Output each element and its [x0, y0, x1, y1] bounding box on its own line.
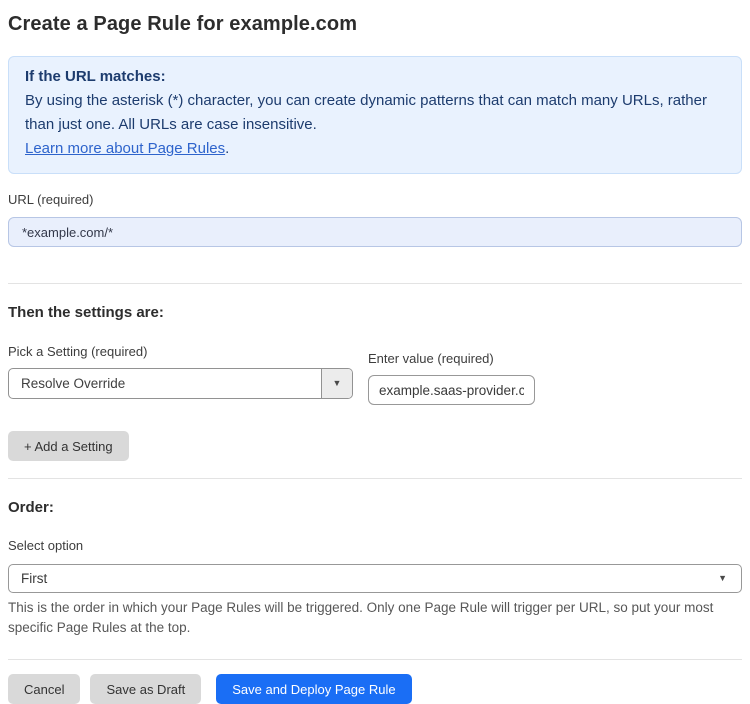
- setting-select-label: Pick a Setting (required): [8, 344, 148, 359]
- order-select-value: First: [21, 571, 48, 586]
- order-select-label: Select option: [8, 538, 84, 553]
- add-setting-button[interactable]: + Add a Setting: [8, 431, 129, 461]
- info-box-link-row: Learn more about Page Rules.: [25, 137, 725, 161]
- setting-value-input[interactable]: [368, 375, 535, 405]
- chevron-down-icon: ▼: [332, 378, 342, 388]
- save-and-deploy-button[interactable]: Save and Deploy Page Rule: [216, 674, 412, 704]
- setting-select-column: Pick a Setting (required) Resolve Overri…: [8, 344, 353, 399]
- setting-row: Pick a Setting (required) Resolve Overri…: [8, 344, 742, 405]
- save-as-draft-button[interactable]: Save as Draft: [90, 674, 202, 704]
- create-page-rule-panel: Create a Page Rule for example.com If th…: [0, 0, 750, 704]
- chevron-down-icon: ▼: [718, 573, 727, 583]
- dropdown-arrow-button[interactable]: ▼: [321, 369, 352, 398]
- cancel-button[interactable]: Cancel: [8, 674, 81, 704]
- url-input[interactable]: [8, 217, 742, 247]
- page-title: Create a Page Rule for example.com: [8, 13, 358, 35]
- order-help-text: This is the order in which your Page Rul…: [8, 600, 714, 635]
- url-field-label: URL (required): [8, 192, 94, 207]
- setting-select-value: Resolve Override: [21, 376, 126, 391]
- learn-more-page-rules-link[interactable]: Learn more about Page Rules: [25, 140, 225, 157]
- url-match-info-box: If the URL matches: By using the asteris…: [8, 56, 742, 174]
- setting-value-label: Enter value (required): [368, 351, 494, 366]
- footer-actions: Cancel Save as Draft Save and Deploy Pag…: [8, 674, 742, 704]
- setting-value-column: Enter value (required): [368, 344, 535, 405]
- setting-select-dropdown[interactable]: Resolve Override ▼: [8, 368, 353, 399]
- link-period: .: [225, 140, 230, 157]
- info-box-heading: If the URL matches:: [25, 68, 166, 85]
- order-select-dropdown[interactable]: First ▼: [8, 564, 742, 593]
- order-section-heading: Order:: [8, 499, 54, 516]
- settings-section-heading: Then the settings are:: [8, 304, 164, 321]
- footer-divider: [8, 659, 742, 660]
- info-box-body: By using the asterisk (*) character, you…: [25, 92, 707, 133]
